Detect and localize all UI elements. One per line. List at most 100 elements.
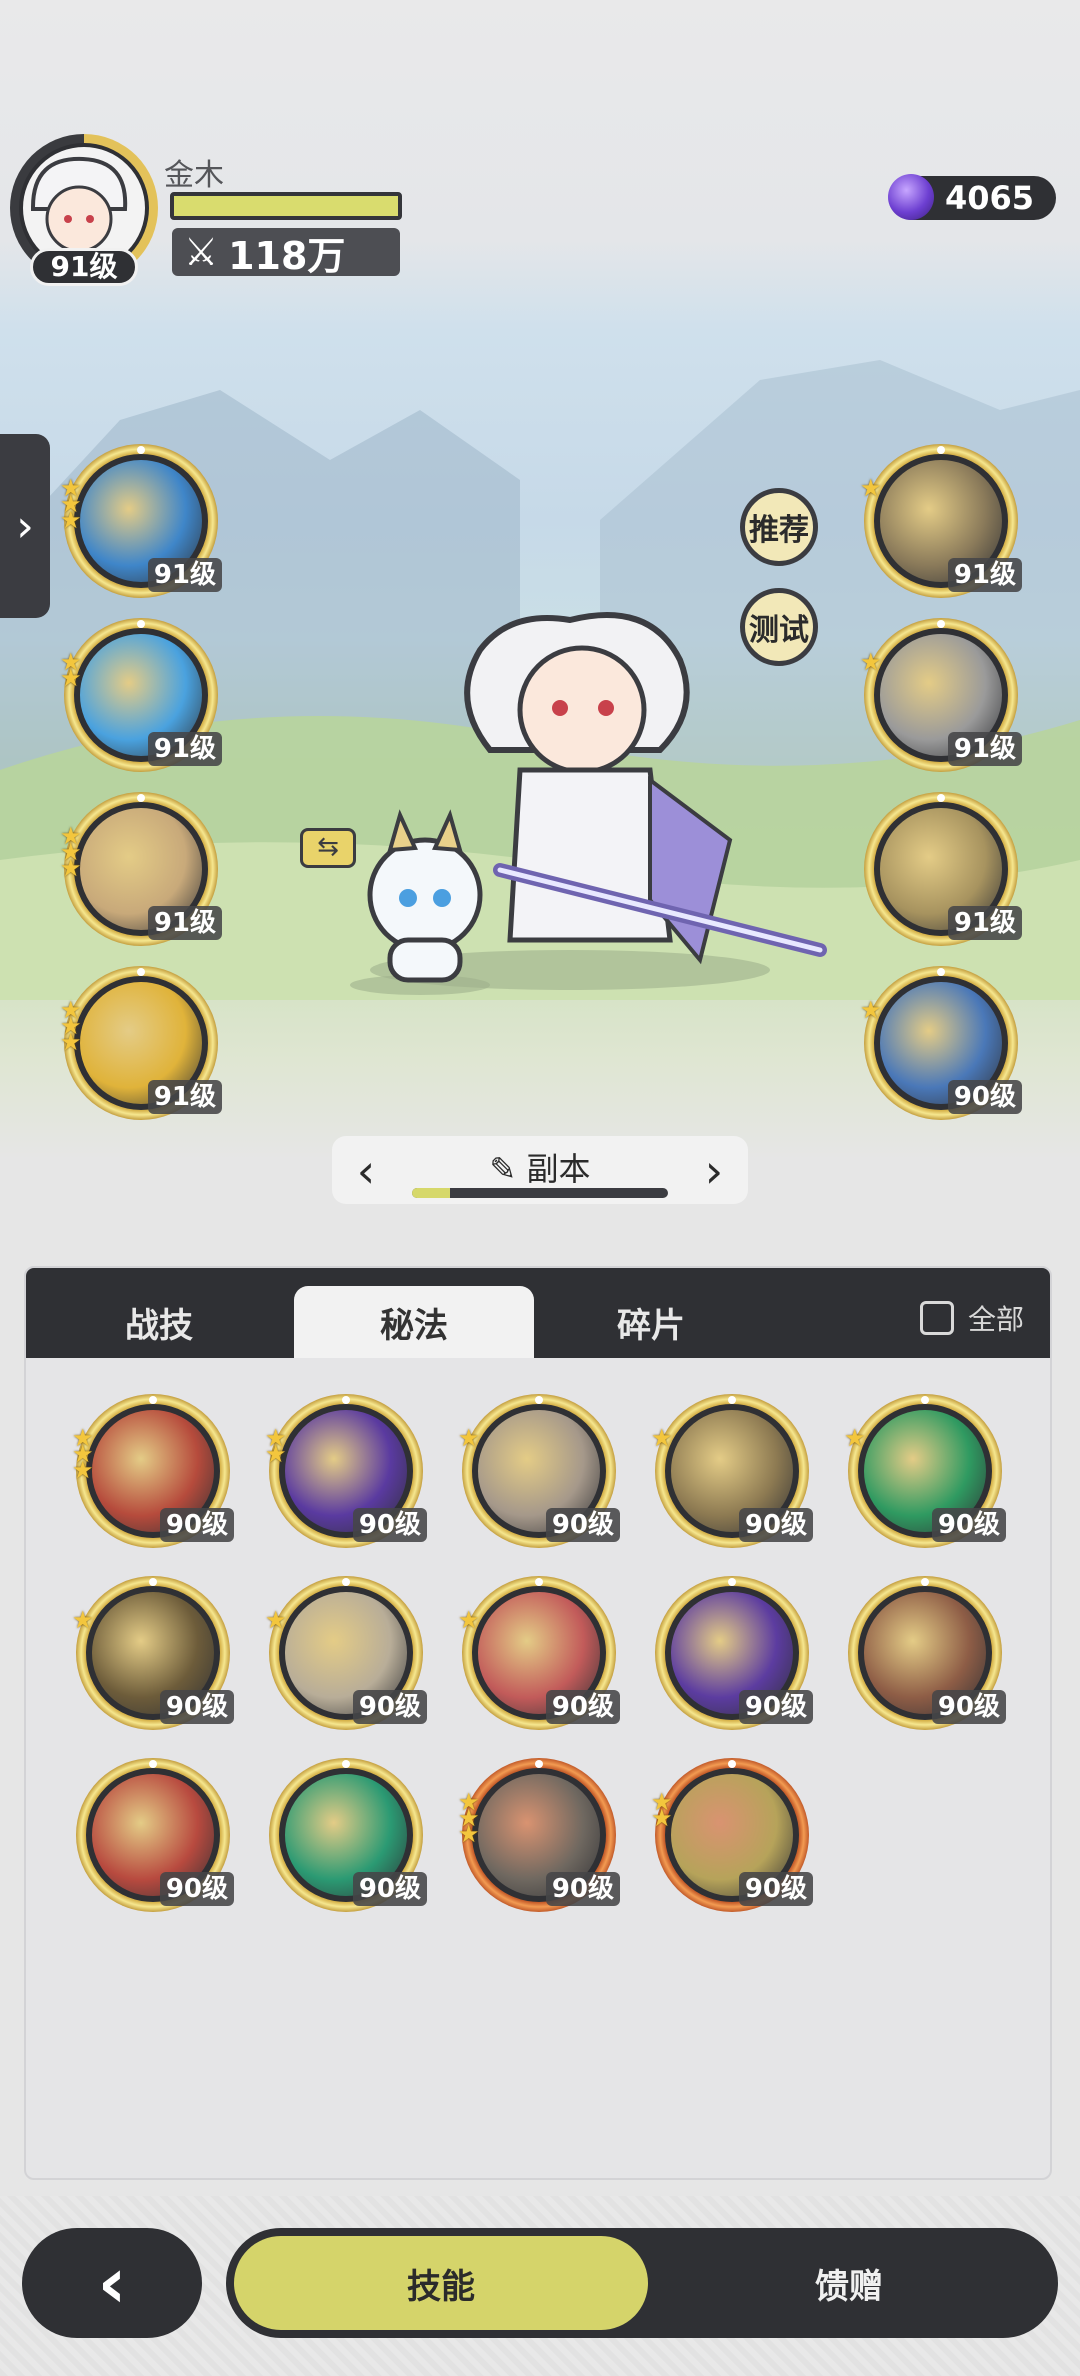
arcane-skill-slot[interactable]: 90级 bbox=[269, 1758, 427, 1912]
arcane-skill-slot[interactable]: ★ 90级 bbox=[844, 1394, 1006, 1548]
star-rating: ★ ★ bbox=[651, 1790, 673, 1830]
skill-slot-dot bbox=[137, 620, 145, 628]
mode-switch: 技能 馈赠 bbox=[226, 2228, 1058, 2338]
star-rating: ★ bbox=[651, 1424, 673, 1452]
swap-icon[interactable]: ⇆ bbox=[300, 828, 356, 868]
skill-level: 91级 bbox=[147, 558, 222, 592]
combat-power: ⚔ 118万 bbox=[172, 228, 400, 278]
star-icon: ★ bbox=[72, 1606, 94, 1634]
dungeon-progress-bar bbox=[412, 1188, 668, 1198]
currency-amount: 4065 bbox=[944, 179, 1034, 217]
arcane-skill-slot[interactable]: 90级 bbox=[76, 1758, 234, 1912]
skill-slot-dot bbox=[137, 794, 145, 802]
edit-icon[interactable]: ✎ bbox=[490, 1150, 517, 1188]
right-skill-slot[interactable]: 91级 bbox=[864, 792, 1022, 946]
left-skill-slot[interactable]: ★ ★ ★ 91级 bbox=[60, 444, 222, 598]
skill-slot-dot bbox=[937, 968, 945, 976]
star-rating: ★ bbox=[860, 998, 882, 1022]
recommend-button[interactable]: 推荐 bbox=[740, 488, 818, 566]
pet-companion bbox=[350, 809, 490, 995]
skill-level: 90级 bbox=[947, 1080, 1022, 1114]
right-skill-slot[interactable]: ★ 91级 bbox=[860, 444, 1022, 598]
star-rating: ★ bbox=[458, 1424, 480, 1452]
star-icon: ★ bbox=[860, 648, 882, 676]
arcane-skill-slot[interactable]: ★ ★ ★ 90级 bbox=[72, 1394, 234, 1548]
skill-slot-dot bbox=[149, 1396, 157, 1404]
star-icon: ★ bbox=[458, 1820, 480, 1848]
dungeon-name: 副本 bbox=[526, 1150, 591, 1188]
skill-level: 90级 bbox=[352, 1872, 427, 1906]
skill-slot-dot bbox=[535, 1760, 543, 1768]
chevron-right-icon: › bbox=[16, 500, 34, 552]
back-button[interactable]: ‹ bbox=[22, 2228, 202, 2338]
skill-level: 90级 bbox=[738, 1690, 813, 1724]
star-icon: ★ bbox=[458, 1424, 480, 1452]
star-icon: ★ bbox=[60, 506, 82, 534]
arcane-skill-slot[interactable]: ★ 90级 bbox=[265, 1576, 427, 1730]
skill-level: 90级 bbox=[352, 1690, 427, 1724]
arcane-skill-slot[interactable]: ★ ★ 90级 bbox=[265, 1394, 427, 1548]
star-rating: ★ ★ ★ bbox=[60, 476, 82, 534]
skill-slot-dot bbox=[921, 1396, 929, 1404]
skill-level: 90级 bbox=[159, 1690, 234, 1724]
back-arrow-icon: ‹ bbox=[97, 2242, 127, 2324]
gem-icon bbox=[888, 174, 934, 220]
star-icon: ★ bbox=[72, 1456, 94, 1484]
skill-slot-dot bbox=[937, 446, 945, 454]
skill-level: 91级 bbox=[147, 732, 222, 766]
skill-slot-dot bbox=[149, 1578, 157, 1586]
left-skill-slot[interactable]: ★ ★ ★ 91级 bbox=[60, 966, 222, 1120]
skill-level: 90级 bbox=[352, 1508, 427, 1542]
skill-level: 90级 bbox=[545, 1690, 620, 1724]
player-name: 金木 bbox=[164, 158, 224, 193]
skill-tabs: 战技 秘法 碎片 全部 bbox=[26, 1268, 1050, 1358]
dungeon-progress-fill bbox=[412, 1188, 451, 1198]
skill-slot-dot bbox=[137, 968, 145, 976]
skill-slot-dot bbox=[728, 1396, 736, 1404]
left-skill-slot[interactable]: ★ ★ ★ 91级 bbox=[60, 792, 222, 946]
tab-combat[interactable]: 战技 bbox=[26, 1286, 292, 1358]
side-panel-toggle[interactable]: › bbox=[0, 434, 50, 618]
star-rating: ★ ★ ★ bbox=[458, 1790, 480, 1848]
dungeon-selector: ‹ ✎ 副本 › bbox=[332, 1136, 748, 1204]
star-rating: ★ bbox=[844, 1424, 866, 1452]
skill-slot-dot bbox=[137, 446, 145, 454]
skill-level: 90级 bbox=[738, 1508, 813, 1542]
right-skill-slot[interactable]: ★ 90级 bbox=[860, 966, 1022, 1120]
show-all-toggle[interactable]: 全部 bbox=[919, 1298, 1024, 1338]
star-rating: ★ bbox=[72, 1606, 94, 1634]
experience-bar bbox=[170, 192, 402, 220]
arcane-skill-slot[interactable]: ★ 90级 bbox=[458, 1394, 620, 1548]
skill-slot-dot bbox=[937, 620, 945, 628]
recommend-label: 推荐 bbox=[749, 513, 809, 548]
star-icon: ★ bbox=[860, 474, 882, 502]
arcane-skill-slot[interactable]: ★ ★ 90级 bbox=[651, 1758, 813, 1912]
star-icon: ★ bbox=[60, 664, 82, 692]
skill-level: 90级 bbox=[545, 1508, 620, 1542]
arcane-skill-slot[interactable]: ★ ★ ★ 90级 bbox=[458, 1758, 620, 1912]
star-icon: ★ bbox=[458, 1606, 480, 1634]
star-icon: ★ bbox=[60, 1028, 82, 1056]
star-rating: ★ ★ bbox=[265, 1426, 287, 1468]
star-icon: ★ bbox=[651, 1424, 673, 1452]
skill-slot-dot bbox=[342, 1396, 350, 1404]
skills-tab-button[interactable]: 技能 bbox=[234, 2236, 648, 2330]
arcane-skill-slot[interactable]: ★ 90级 bbox=[651, 1394, 813, 1548]
right-skill-slot[interactable]: ★ 91级 bbox=[860, 618, 1022, 772]
left-skill-slot[interactable]: ★ ★ 91级 bbox=[60, 618, 222, 772]
arcane-skill-slot[interactable]: ★ 90级 bbox=[72, 1576, 234, 1730]
tab-fragments[interactable]: 碎片 bbox=[536, 1286, 766, 1358]
tab-arcane[interactable]: 秘法 bbox=[294, 1286, 534, 1358]
gift-tab-button[interactable]: 馈赠 bbox=[648, 2236, 1050, 2330]
star-rating: ★ ★ ★ bbox=[60, 824, 82, 880]
star-icon: ★ bbox=[844, 1424, 866, 1452]
dungeon-next-button[interactable]: › bbox=[694, 1144, 734, 1198]
skill-slot-dot bbox=[937, 794, 945, 802]
test-button[interactable]: 测试 bbox=[740, 588, 818, 666]
skill-slot-dot bbox=[728, 1760, 736, 1768]
arcane-skill-slot[interactable]: 90级 bbox=[848, 1576, 1006, 1730]
arcane-skill-slot[interactable]: 90级 bbox=[655, 1576, 813, 1730]
arcane-skill-slot[interactable]: ★ 90级 bbox=[458, 1576, 620, 1730]
show-all-checkbox[interactable] bbox=[919, 1301, 954, 1335]
star-icon: ★ bbox=[265, 1440, 287, 1468]
